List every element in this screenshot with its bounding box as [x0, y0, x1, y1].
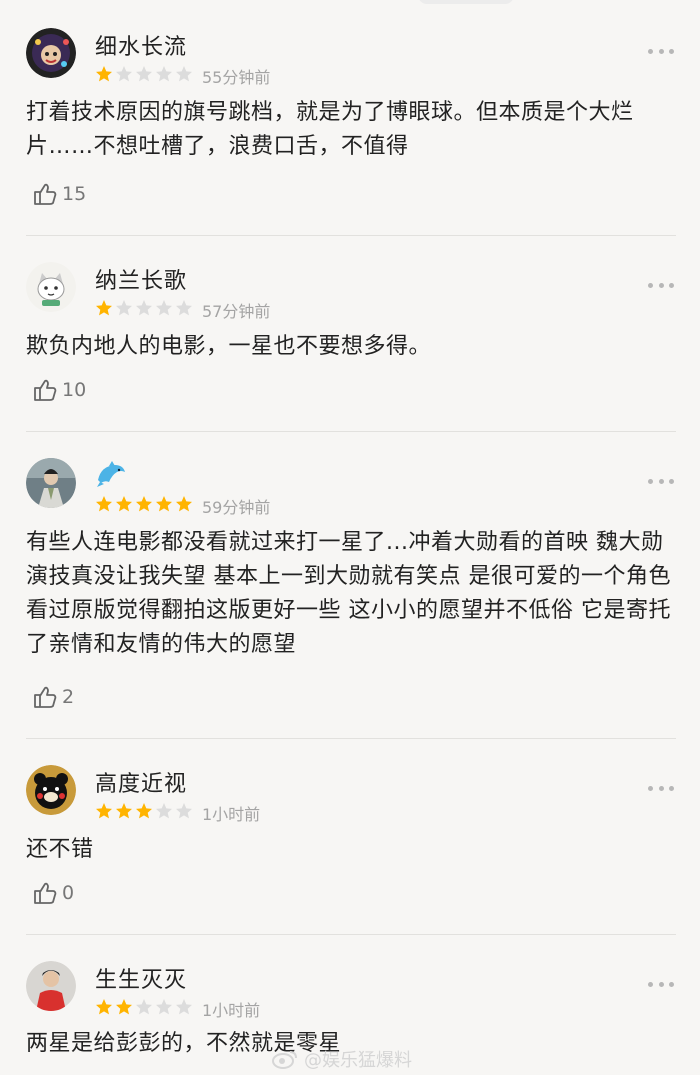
star-rating [95, 495, 193, 513]
star-empty-icon [136, 999, 152, 1015]
star-empty-icon [136, 300, 152, 316]
cartoon-cat-avatar-icon [26, 262, 76, 312]
user-avatar[interactable] [26, 765, 76, 815]
star-filled-icon [96, 803, 112, 819]
star-empty-icon [156, 803, 172, 819]
review-item: 高度近视 1小时前 还不错 0 [0, 739, 700, 935]
watermark-text: @娱乐猛爆料 [304, 1050, 412, 1071]
star-filled-icon [176, 496, 192, 512]
thumbs-up-icon [34, 686, 57, 708]
star-empty-icon [156, 999, 172, 1015]
star-filled-icon [136, 496, 152, 512]
timestamp: 1小时前 [202, 805, 261, 824]
star-empty-icon [156, 66, 172, 82]
user-avatar[interactable] [26, 262, 76, 312]
more-options-icon[interactable] [648, 980, 674, 988]
user-avatar[interactable] [26, 28, 76, 78]
star-rating [95, 65, 193, 83]
thumbs-up-icon [34, 882, 57, 904]
star-filled-icon [116, 803, 132, 819]
weibo-logo-icon [272, 1051, 297, 1069]
thumbs-up-icon [34, 183, 57, 205]
review-item: 纳兰长歌 57分钟前 欺负内地人的电影，一星也不要想多得。 10 [0, 236, 700, 432]
user-avatar[interactable] [26, 458, 76, 508]
like-button[interactable]: 2 [32, 683, 74, 711]
like-button[interactable]: 0 [32, 879, 74, 907]
like-count: 10 [62, 379, 87, 401]
star-filled-icon [96, 999, 112, 1015]
afro-cartoon-avatar-icon [26, 28, 76, 78]
star-empty-icon [176, 803, 192, 819]
star-empty-icon [116, 66, 132, 82]
more-options-icon[interactable] [648, 477, 674, 485]
like-count: 0 [62, 882, 75, 904]
star-filled-icon [116, 999, 132, 1015]
star-empty-icon [176, 999, 192, 1015]
review-text: 打着技术原因的旗号跳档，就是为了博眼球。但本质是个大烂片……不想吐槽了，浪费口舌… [26, 100, 634, 159]
username[interactable]: 细水长流 [95, 29, 187, 61]
star-filled-icon [156, 496, 172, 512]
star-empty-icon [156, 300, 172, 316]
weibo-watermark: @娱乐猛爆料 [272, 1046, 412, 1072]
costume-drama-avatar-icon [26, 458, 76, 508]
review-item: 59分钟前 有些人连电影都没看就过来打一星了...冲着大勋看的首映 魏大勋演技真… [0, 432, 700, 739]
thumbs-up-icon [34, 379, 57, 401]
more-options-icon[interactable] [648, 47, 674, 55]
star-rating [95, 998, 193, 1016]
like-count: 15 [62, 183, 87, 205]
star-filled-icon [96, 66, 112, 82]
review-item: 细水长流 55分钟前 打着技术原因的旗号跳档，就是为了博眼球。但本质是个大烂片…… [0, 0, 700, 236]
review-feed: 细水长流 55分钟前 打着技术原因的旗号跳档，就是为了博眼球。但本质是个大烂片…… [0, 0, 700, 1075]
star-empty-icon [136, 66, 152, 82]
timestamp: 59分钟前 [202, 498, 271, 517]
person-red-shirt-avatar-icon [26, 961, 76, 1011]
dolphin-emoji-icon [95, 460, 127, 488]
star-empty-icon [176, 66, 192, 82]
review-text: 欺负内地人的电影，一星也不要想多得。 [26, 334, 432, 359]
star-filled-icon [96, 496, 112, 512]
star-empty-icon [116, 300, 132, 316]
star-filled-icon [96, 300, 112, 316]
review-text: 还不错 [26, 837, 94, 862]
review-text: 有些人连电影都没看就过来打一星了...冲着大勋看的首映 魏大勋演技真没让我失望 … [26, 530, 671, 657]
username[interactable]: 生生灭灭 [95, 962, 187, 994]
like-button[interactable]: 10 [32, 376, 86, 404]
like-count: 2 [62, 686, 75, 708]
star-rating [95, 802, 193, 820]
timestamp: 57分钟前 [202, 302, 271, 321]
username[interactable]: 高度近视 [95, 766, 187, 798]
star-rating [95, 299, 193, 317]
star-empty-icon [176, 300, 192, 316]
timestamp: 1小时前 [202, 1001, 261, 1020]
star-filled-icon [136, 803, 152, 819]
like-button[interactable]: 15 [32, 180, 86, 208]
star-filled-icon [116, 496, 132, 512]
more-options-icon[interactable] [648, 281, 674, 289]
black-bear-avatar-icon [26, 765, 76, 815]
user-avatar[interactable] [26, 961, 76, 1011]
username[interactable]: 纳兰长歌 [95, 263, 187, 295]
more-options-icon[interactable] [648, 784, 674, 792]
timestamp: 55分钟前 [202, 68, 271, 87]
